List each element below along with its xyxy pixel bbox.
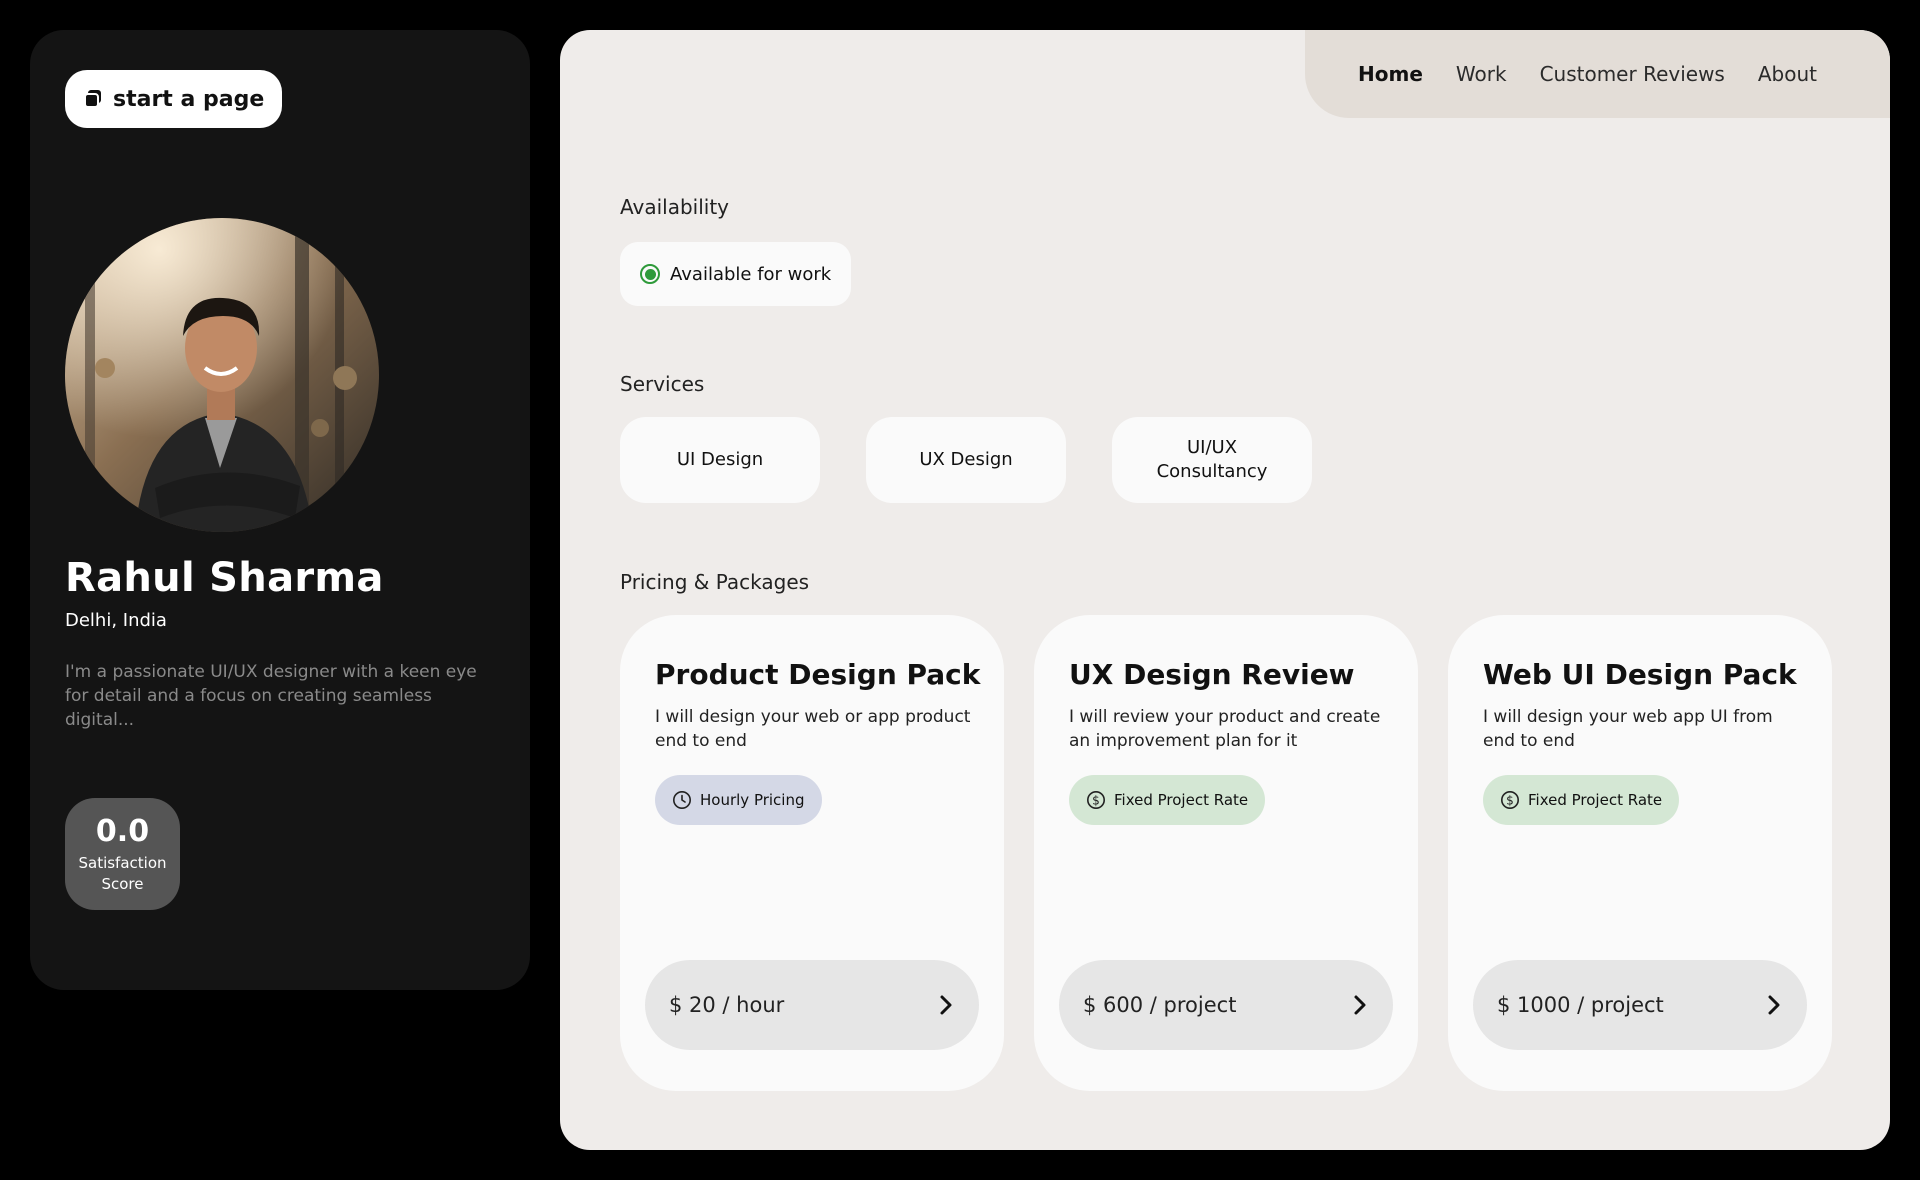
package-title: UX Design Review xyxy=(1069,658,1355,691)
chevron-right-icon xyxy=(940,995,952,1015)
satisfaction-score-label: Satisfaction Score xyxy=(78,854,167,893)
avatar-photo xyxy=(65,218,379,532)
satisfaction-score-badge: 0.0 Satisfaction Score xyxy=(65,798,180,910)
start-a-page-button[interactable]: start a page xyxy=(65,70,283,128)
availability-status-chip: Available for work xyxy=(620,242,852,306)
package-price: $ 600 / project xyxy=(1083,993,1237,1017)
svg-text:$: $ xyxy=(1092,794,1100,808)
pricing-type-label: Fixed Project Rate xyxy=(1114,791,1249,809)
pricing-type-badge: $ Fixed Project Rate xyxy=(1069,775,1266,825)
profile-location: Delhi, India xyxy=(65,610,167,631)
profile-card: start a page Rahul Sharma Delhi, India I… xyxy=(30,30,530,990)
package-title: Web UI Design Pack xyxy=(1483,658,1797,691)
packages-list: Product Design Pack I will design your w… xyxy=(620,615,1832,1091)
package-card: Web UI Design Pack I will design your we… xyxy=(1448,615,1832,1091)
status-dot-icon xyxy=(640,264,660,284)
service-ui-ux-consultancy[interactable]: UI/UX Consultancy xyxy=(1112,417,1312,503)
nav-about[interactable]: About xyxy=(1758,62,1817,86)
package-price-button[interactable]: $ 600 / project xyxy=(1059,960,1393,1050)
pricing-type-badge: Hourly Pricing xyxy=(655,775,822,825)
start-a-page-label: start a page xyxy=(113,86,265,112)
svg-text:$: $ xyxy=(1506,794,1514,808)
package-card: UX Design Review I will review your prod… xyxy=(1034,615,1418,1091)
pricing-type-label: Fixed Project Rate xyxy=(1528,791,1663,809)
page: start a page Rahul Sharma Delhi, India I… xyxy=(0,0,1920,1180)
availability-heading: Availability xyxy=(620,195,730,219)
top-nav: Home Work Customer Reviews About xyxy=(1305,30,1890,118)
clock-icon xyxy=(673,791,691,809)
package-price: $ 1000 / project xyxy=(1497,993,1664,1017)
package-price-button[interactable]: $ 1000 / project xyxy=(1473,960,1807,1050)
pricing-type-badge: $ Fixed Project Rate xyxy=(1483,775,1680,825)
package-price-button[interactable]: $ 20 / hour xyxy=(645,960,979,1050)
nav-work[interactable]: Work xyxy=(1456,62,1507,86)
package-title: Product Design Pack xyxy=(655,658,981,691)
package-card: Product Design Pack I will design your w… xyxy=(620,615,1004,1091)
services-heading: Services xyxy=(620,372,705,396)
chevron-right-icon xyxy=(1768,995,1780,1015)
satisfaction-score-value: 0.0 xyxy=(95,814,150,849)
page-icon xyxy=(84,90,101,108)
pricing-heading: Pricing & Packages xyxy=(620,570,810,594)
pricing-type-label: Hourly Pricing xyxy=(700,791,805,809)
package-description: I will design your web or app product en… xyxy=(655,707,971,751)
profile-name: Rahul Sharma xyxy=(65,555,384,601)
package-description: I will review your product and create an… xyxy=(1069,707,1381,751)
dollar-circle-icon: $ xyxy=(1087,791,1105,809)
main-panel: Home Work Customer Reviews About Availab… xyxy=(560,30,1890,1150)
profile-bio: I'm a passionate UI/UX designer with a k… xyxy=(65,662,477,730)
services-list: UI Design UX Design UI/UX Consultancy xyxy=(620,417,1312,503)
nav-home[interactable]: Home xyxy=(1358,62,1423,86)
chevron-right-icon xyxy=(1354,995,1366,1015)
avatar xyxy=(65,218,379,532)
availability-status-text: Available for work xyxy=(670,263,832,285)
service-ux-design[interactable]: UX Design xyxy=(866,417,1066,503)
nav-customer-reviews[interactable]: Customer Reviews xyxy=(1540,62,1725,86)
package-description: I will design your web app UI from end t… xyxy=(1483,707,1773,751)
dollar-circle-icon: $ xyxy=(1501,791,1519,809)
package-price: $ 20 / hour xyxy=(669,993,785,1017)
service-ui-design[interactable]: UI Design xyxy=(620,417,820,503)
